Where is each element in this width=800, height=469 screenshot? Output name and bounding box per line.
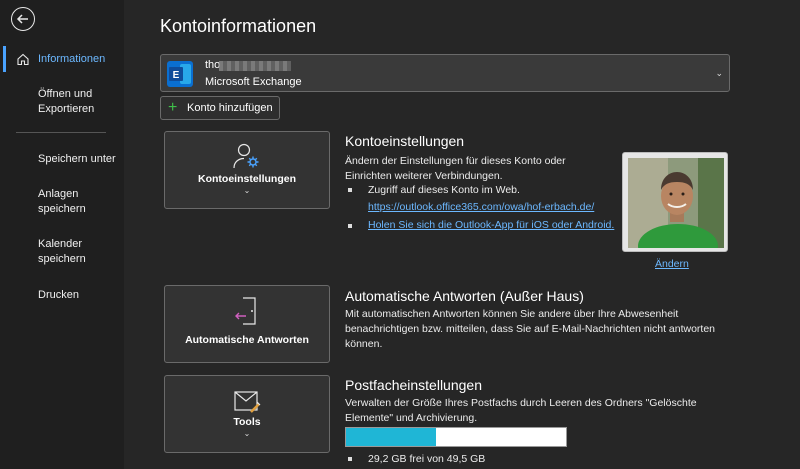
exchange-icon: E bbox=[167, 61, 193, 87]
bullet bbox=[348, 224, 352, 228]
chevron-down-icon: ⌄ bbox=[243, 429, 251, 438]
main-content: Kontoinformationen E tho Microsoft Excha… bbox=[124, 0, 800, 469]
door-arrow-icon bbox=[235, 297, 256, 325]
owa-link[interactable]: https://outlook.office365.com/owa/hof-er… bbox=[368, 201, 594, 213]
tile-label: Kontoeinstellungen bbox=[198, 173, 296, 185]
add-account-label: Konto hinzufügen bbox=[187, 102, 273, 114]
tile-label: Automatische Antworten bbox=[185, 334, 309, 346]
tile-label: Tools bbox=[233, 416, 261, 428]
profile-photo bbox=[628, 158, 724, 248]
section-title: Automatische Antworten (Außer Haus) bbox=[345, 288, 584, 304]
storage-free-text: 29,2 GB frei von 49,5 GB bbox=[368, 453, 486, 465]
mailbox-storage-fill bbox=[346, 428, 437, 446]
sidebar-item-oeffnen-exportieren[interactable]: Öffnen und Exportieren bbox=[0, 87, 124, 119]
sidebar-item-informationen[interactable]: Informationen bbox=[0, 52, 124, 68]
mailbox-tools-icon bbox=[234, 391, 261, 413]
section-title: Kontoeinstellungen bbox=[345, 133, 465, 149]
automatic-replies-tile[interactable]: Automatische Antworten bbox=[164, 285, 330, 363]
sidebar-item-label: Anlagen speichern bbox=[38, 188, 86, 215]
sidebar-item-label: Speichern unter bbox=[38, 153, 116, 165]
sidebar-item-kalender-speichern[interactable]: Kalender speichern bbox=[0, 237, 124, 269]
back-button[interactable] bbox=[11, 7, 35, 31]
account-selector[interactable]: E tho Microsoft Exchange ⌄ bbox=[160, 54, 730, 92]
tools-tile[interactable]: Tools ⌄ bbox=[164, 375, 330, 453]
account-type: Microsoft Exchange bbox=[205, 76, 302, 88]
bullet bbox=[348, 457, 352, 461]
add-account-button[interactable]: + Konto hinzufügen bbox=[160, 96, 280, 120]
sidebar-item-label: Drucken bbox=[38, 289, 79, 301]
sidebar-item-label: Informationen bbox=[38, 53, 106, 65]
page-title: Kontoinformationen bbox=[160, 16, 317, 36]
account-settings-tile[interactable]: Kontoeinstellungen ⌄ bbox=[164, 131, 330, 209]
web-access-text: Zugriff auf dieses Konto im Web. bbox=[368, 184, 520, 196]
section-title: Postfacheinstellungen bbox=[345, 377, 482, 393]
sidebar-item-label: Öffnen und Exportieren bbox=[38, 88, 95, 115]
bullet bbox=[348, 188, 352, 192]
sidebar-item-speichern-unter[interactable]: Speichern unter bbox=[0, 152, 124, 168]
profile-photo-frame[interactable] bbox=[622, 152, 728, 252]
plus-icon: + bbox=[168, 99, 178, 116]
sidebar-item-label: Kalender speichern bbox=[38, 238, 86, 265]
sidebar: Informationen Öffnen und Exportieren Spe… bbox=[0, 0, 124, 469]
chevron-down-icon: ⌄ bbox=[715, 68, 723, 78]
section-description: Mit automatischen Antworten können Sie a… bbox=[345, 308, 716, 350]
arrow-left-icon bbox=[16, 14, 28, 24]
chevron-down-icon: ⌄ bbox=[243, 186, 251, 195]
sidebar-divider bbox=[16, 132, 106, 133]
user-settings-icon bbox=[233, 143, 259, 169]
mailbox-storage-bar bbox=[345, 427, 567, 447]
account-name: tho bbox=[205, 59, 221, 71]
sidebar-item-anlagen-speichern[interactable]: Anlagen speichern bbox=[0, 187, 124, 219]
section-description: Ändern der Einstellungen für dieses Kont… bbox=[345, 155, 566, 182]
account-name-redacted bbox=[219, 61, 291, 71]
svg-text:E: E bbox=[173, 70, 180, 81]
sidebar-item-drucken[interactable]: Drucken bbox=[0, 288, 124, 304]
section-description: Verwalten der Größe Ihres Postfachs durc… bbox=[345, 397, 697, 424]
outlook-app-link[interactable]: Holen Sie sich die Outlook-App für iOS o… bbox=[368, 219, 614, 231]
change-photo-link[interactable]: Ändern bbox=[655, 258, 689, 270]
